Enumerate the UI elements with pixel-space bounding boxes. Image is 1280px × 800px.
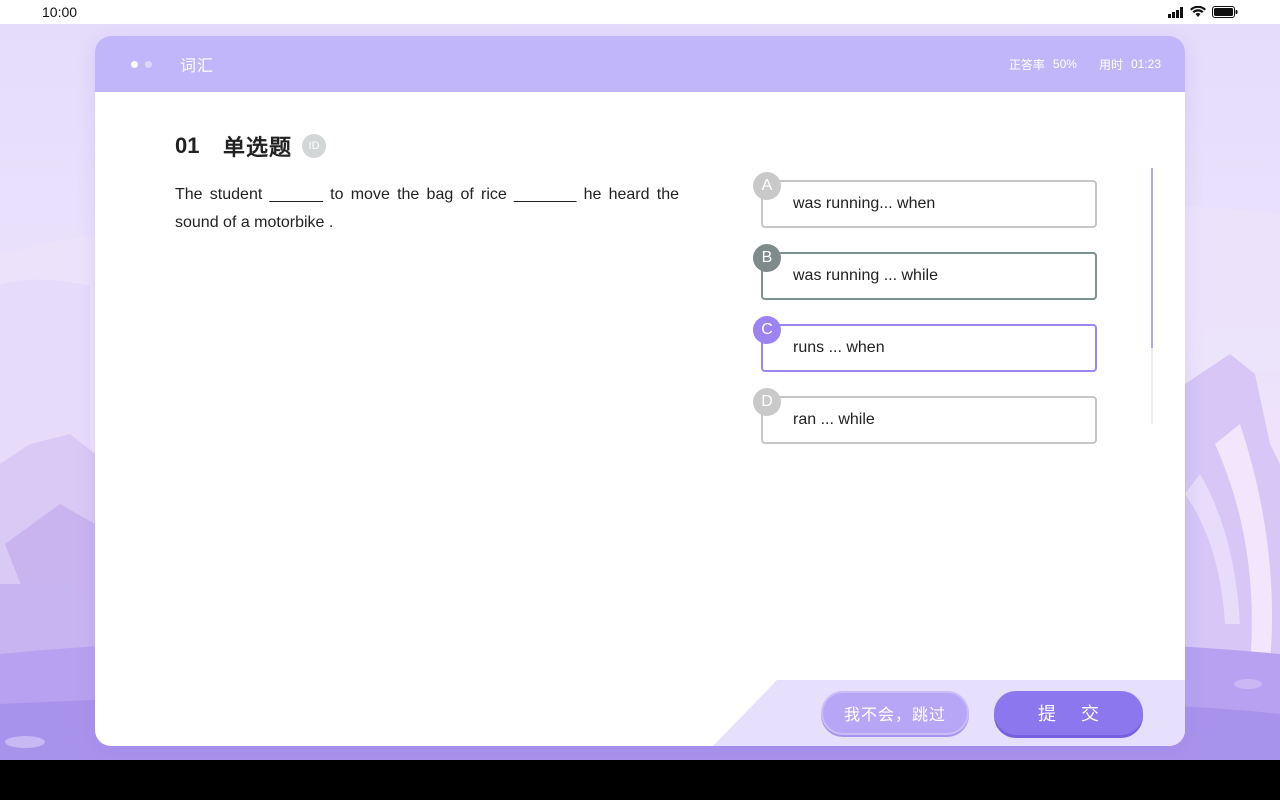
status-bar: 10:00: [0, 0, 1280, 24]
bottom-bar: [0, 760, 1280, 800]
quiz-card: 词汇 正答率 50% 用时 01:23 01 单选题 ID The studen…: [95, 36, 1185, 746]
submit-button[interactable]: 提 交: [994, 691, 1143, 735]
signal-icon: [1168, 6, 1183, 18]
wifi-icon: [1190, 6, 1206, 17]
battery-icon: [1212, 6, 1238, 18]
skip-button[interactable]: 我不会，跳过: [821, 691, 969, 735]
footer-panel: [713, 680, 1185, 746]
status-icons: [1168, 6, 1238, 18]
status-time: 10:00: [42, 4, 78, 20]
